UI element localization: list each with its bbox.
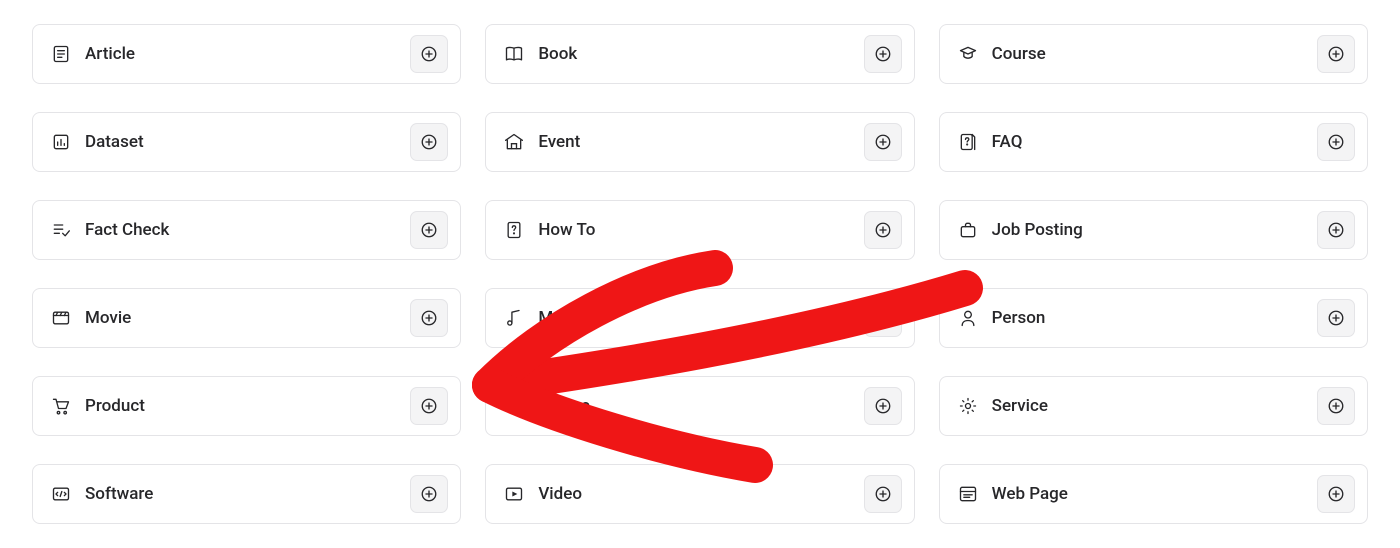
card-content: Course bbox=[958, 44, 1046, 64]
event-icon bbox=[504, 132, 524, 152]
add-button[interactable] bbox=[864, 35, 902, 73]
book-icon bbox=[504, 44, 524, 64]
card-label: Music bbox=[538, 308, 584, 328]
add-button[interactable] bbox=[1317, 299, 1355, 337]
course-icon bbox=[958, 44, 978, 64]
add-button[interactable] bbox=[864, 123, 902, 161]
add-button[interactable] bbox=[1317, 211, 1355, 249]
software-icon bbox=[51, 484, 71, 504]
card-content: Dataset bbox=[51, 132, 144, 152]
card-service[interactable]: Service bbox=[939, 376, 1368, 436]
card-course[interactable]: Course bbox=[939, 24, 1368, 84]
add-button[interactable] bbox=[410, 475, 448, 513]
card-label: Dataset bbox=[85, 132, 144, 152]
card-movie[interactable]: Movie bbox=[32, 288, 461, 348]
add-button[interactable] bbox=[864, 387, 902, 425]
card-content: Video bbox=[504, 484, 582, 504]
add-button[interactable] bbox=[410, 211, 448, 249]
card-label: Article bbox=[85, 44, 135, 64]
add-button[interactable] bbox=[410, 387, 448, 425]
card-content: Job Posting bbox=[958, 220, 1083, 240]
card-web-page[interactable]: Web Page bbox=[939, 464, 1368, 524]
card-label: Event bbox=[538, 132, 580, 152]
card-content: Fact Check bbox=[51, 220, 169, 240]
card-content: Software bbox=[51, 484, 153, 504]
card-label: How To bbox=[538, 220, 595, 240]
card-content: Web Page bbox=[958, 484, 1068, 504]
card-label: Video bbox=[538, 484, 582, 504]
card-content: Person bbox=[958, 308, 1046, 328]
card-label: Book bbox=[538, 44, 577, 64]
card-content: Article bbox=[51, 44, 135, 64]
add-button[interactable] bbox=[410, 123, 448, 161]
add-button[interactable] bbox=[1317, 387, 1355, 425]
card-fact-check[interactable]: Fact Check bbox=[32, 200, 461, 260]
add-button[interactable] bbox=[864, 475, 902, 513]
card-content: Event bbox=[504, 132, 580, 152]
card-label: Service bbox=[992, 396, 1048, 416]
card-how-to[interactable]: How To bbox=[485, 200, 914, 260]
card-label: Product bbox=[85, 396, 145, 416]
add-button[interactable] bbox=[1317, 475, 1355, 513]
card-content: How To bbox=[504, 220, 595, 240]
card-label: Recipe bbox=[538, 396, 590, 416]
how-to-icon bbox=[504, 220, 524, 240]
add-button[interactable] bbox=[410, 299, 448, 337]
card-label: Web Page bbox=[992, 484, 1068, 504]
service-icon bbox=[958, 396, 978, 416]
card-faq[interactable]: FAQ bbox=[939, 112, 1368, 172]
card-content: Movie bbox=[51, 308, 131, 328]
add-button[interactable] bbox=[1317, 123, 1355, 161]
card-book[interactable]: Book bbox=[485, 24, 914, 84]
card-recipe[interactable]: Recipe bbox=[485, 376, 914, 436]
fact-check-icon bbox=[51, 220, 71, 240]
card-content: Music bbox=[504, 308, 584, 328]
card-content: Service bbox=[958, 396, 1048, 416]
music-icon bbox=[504, 308, 524, 328]
card-dataset[interactable]: Dataset bbox=[32, 112, 461, 172]
card-label: Software bbox=[85, 484, 153, 504]
card-content: FAQ bbox=[958, 132, 1023, 152]
movie-icon bbox=[51, 308, 71, 328]
card-content: Product bbox=[51, 396, 145, 416]
add-button[interactable] bbox=[410, 35, 448, 73]
video-icon bbox=[504, 484, 524, 504]
dataset-icon bbox=[51, 132, 71, 152]
card-event[interactable]: Event bbox=[485, 112, 914, 172]
card-label: Course bbox=[992, 44, 1046, 64]
card-content: Recipe bbox=[504, 396, 590, 416]
faq-icon bbox=[958, 132, 978, 152]
add-button[interactable] bbox=[864, 299, 902, 337]
article-icon bbox=[51, 44, 71, 64]
card-video[interactable]: Video bbox=[485, 464, 914, 524]
job-posting-icon bbox=[958, 220, 978, 240]
web-page-icon bbox=[958, 484, 978, 504]
card-label: Person bbox=[992, 308, 1046, 328]
card-product[interactable]: Product bbox=[32, 376, 461, 436]
card-job-posting[interactable]: Job Posting bbox=[939, 200, 1368, 260]
product-icon bbox=[51, 396, 71, 416]
card-music[interactable]: Music bbox=[485, 288, 914, 348]
card-label: Fact Check bbox=[85, 220, 169, 240]
card-content: Book bbox=[504, 44, 577, 64]
card-label: FAQ bbox=[992, 132, 1023, 152]
add-button[interactable] bbox=[1317, 35, 1355, 73]
add-button[interactable] bbox=[864, 211, 902, 249]
card-software[interactable]: Software bbox=[32, 464, 461, 524]
schema-type-grid: Article Book Course Dataset Event bbox=[32, 24, 1368, 524]
card-article[interactable]: Article bbox=[32, 24, 461, 84]
card-person[interactable]: Person bbox=[939, 288, 1368, 348]
card-label: Job Posting bbox=[992, 220, 1083, 240]
recipe-icon bbox=[504, 396, 524, 416]
person-icon bbox=[958, 308, 978, 328]
card-label: Movie bbox=[85, 308, 131, 328]
